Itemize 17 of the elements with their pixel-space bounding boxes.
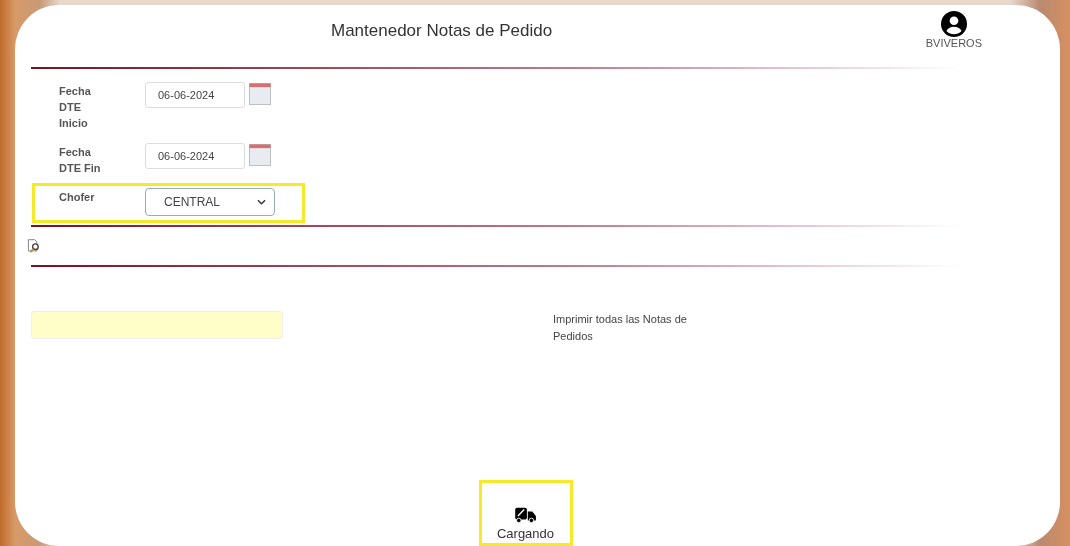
print-all-text: Imprimir todas las Notas de Pedidos (553, 312, 688, 344)
input-field[interactable] (31, 311, 283, 339)
calendar-icon[interactable] (249, 83, 271, 105)
field-label: Fecha DTE Fin (59, 145, 102, 176)
page-title: Mantenedor Notas de Pedido (331, 21, 553, 41)
calendar-icon[interactable] (249, 144, 271, 166)
field-label: Fecha DTE Inicio (59, 84, 92, 131)
date-field[interactable]: 06-06-2024 (145, 82, 245, 108)
driver-dropdown[interactable]: CENTRAL (145, 188, 275, 216)
loading-button[interactable]: Cargando (478, 480, 573, 546)
date-field[interactable]: 06-06-2024 (145, 143, 245, 169)
chevron-down-icon (257, 199, 266, 205)
document-search-icon[interactable] (27, 238, 41, 254)
field-label: Chofer (59, 190, 96, 205)
truck-icon (514, 506, 537, 524)
user-icon (940, 11, 967, 37)
user-name: BVIVEROS (925, 37, 982, 49)
